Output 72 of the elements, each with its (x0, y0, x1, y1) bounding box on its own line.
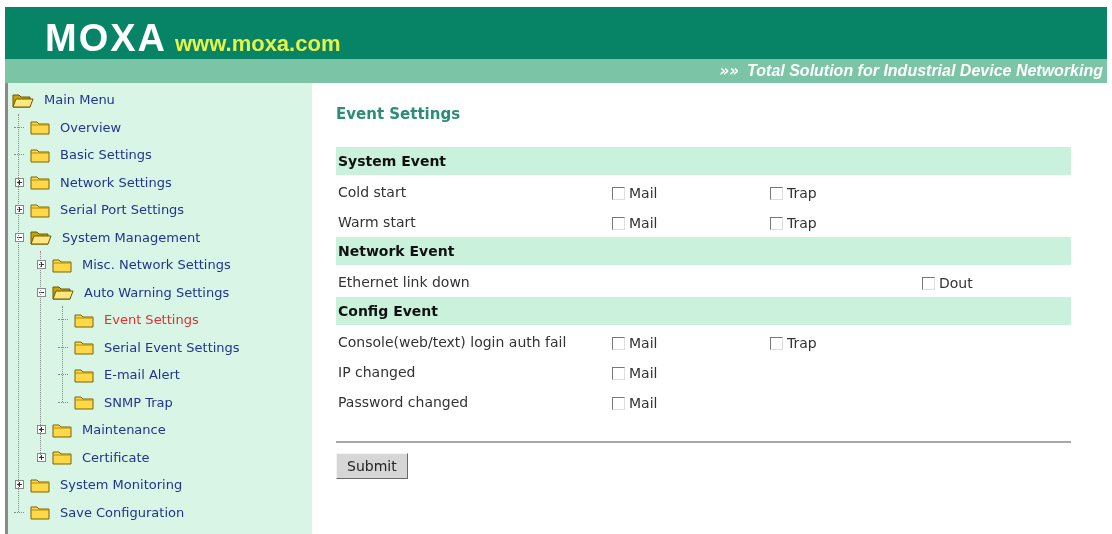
section-header: Network Event (336, 237, 1071, 265)
section-header: System Event (336, 147, 1071, 175)
checkbox[interactable] (612, 217, 625, 230)
event-label: Warm start (337, 214, 417, 230)
logo: MOXA (45, 19, 167, 57)
folder-icon (74, 339, 94, 356)
event-label: Ethernet link down (337, 274, 471, 290)
folder-icon (74, 366, 94, 383)
folder-icon (30, 119, 50, 136)
website-link[interactable]: www.moxa.com (175, 31, 341, 57)
checkbox-label: Dout (939, 274, 973, 293)
menu-item[interactable]: SNMP Trap (104, 392, 173, 412)
folder-icon (52, 449, 72, 466)
checkbox[interactable] (770, 217, 783, 230)
checkbox-label: Trap (787, 214, 817, 233)
menu-item[interactable]: System Monitoring (60, 475, 183, 495)
event-label: Cold start (337, 184, 408, 200)
folder-icon (74, 311, 94, 328)
checkbox-label: Mail (629, 184, 658, 203)
checkbox[interactable] (770, 337, 783, 350)
checkbox[interactable] (612, 367, 625, 380)
checkbox-label: Trap (787, 334, 817, 353)
chevrons-icon: »» (719, 59, 740, 83)
menu-item[interactable]: Save Configuration (60, 502, 185, 522)
checkbox[interactable] (922, 277, 935, 290)
collapse-icon[interactable] (36, 287, 46, 297)
checkbox[interactable] (612, 187, 625, 200)
expand-icon[interactable] (36, 260, 46, 270)
section-header: Config Event (336, 297, 1071, 325)
folder-icon (30, 174, 50, 191)
open-folder-icon (30, 229, 52, 246)
folder-icon (52, 256, 72, 273)
folder-icon (30, 476, 50, 493)
folder-icon (30, 504, 50, 521)
menu-item[interactable]: E-mail Alert (104, 365, 180, 385)
page-title: Event Settings (336, 104, 462, 125)
checkbox[interactable] (612, 337, 625, 350)
checkbox[interactable] (770, 187, 783, 200)
menu-item[interactable]: Auto Warning Settings (84, 282, 230, 302)
menu-item[interactable]: Maintenance (82, 420, 166, 440)
expand-icon[interactable] (14, 205, 24, 215)
menu-item[interactable]: Misc. Network Settings (82, 255, 231, 275)
checkbox-label: Mail (629, 364, 658, 383)
checkbox-label: Mail (629, 394, 658, 413)
menu-item[interactable]: Serial Port Settings (60, 200, 185, 220)
event-label: Password changed (337, 394, 470, 410)
menu-item[interactable]: System Management (62, 227, 201, 247)
collapse-icon[interactable] (14, 232, 24, 242)
event-label: Console(web/text) login auth fail (337, 334, 568, 350)
menu-item[interactable]: Event Settings (104, 310, 199, 330)
event-label: IP changed (337, 364, 417, 380)
menu-item[interactable]: Network Settings (60, 172, 172, 192)
checkbox-label: Mail (629, 214, 658, 233)
folder-icon (30, 146, 50, 163)
menu-item[interactable]: Overview (60, 117, 122, 137)
menu-item[interactable]: Certificate (82, 447, 150, 467)
menu-item[interactable]: Serial Event Settings (104, 337, 240, 357)
menu-item[interactable]: Main Menu (44, 90, 115, 110)
folder-icon (30, 201, 50, 218)
slogan: Total Solution for Industrial Device Networking (747, 61, 1103, 81)
menu-item[interactable]: Basic Settings (60, 145, 152, 165)
expand-icon[interactable] (36, 425, 46, 435)
submit-button[interactable]: Submit (336, 453, 408, 479)
checkbox-label: Mail (629, 334, 658, 353)
expand-icon[interactable] (14, 480, 24, 490)
expand-icon[interactable] (36, 452, 46, 462)
folder-icon (52, 421, 72, 438)
open-folder-icon (52, 284, 74, 301)
checkbox[interactable] (612, 397, 625, 410)
folder-icon (74, 394, 94, 411)
expand-icon[interactable] (14, 177, 24, 187)
checkbox-label: Trap (787, 184, 817, 203)
